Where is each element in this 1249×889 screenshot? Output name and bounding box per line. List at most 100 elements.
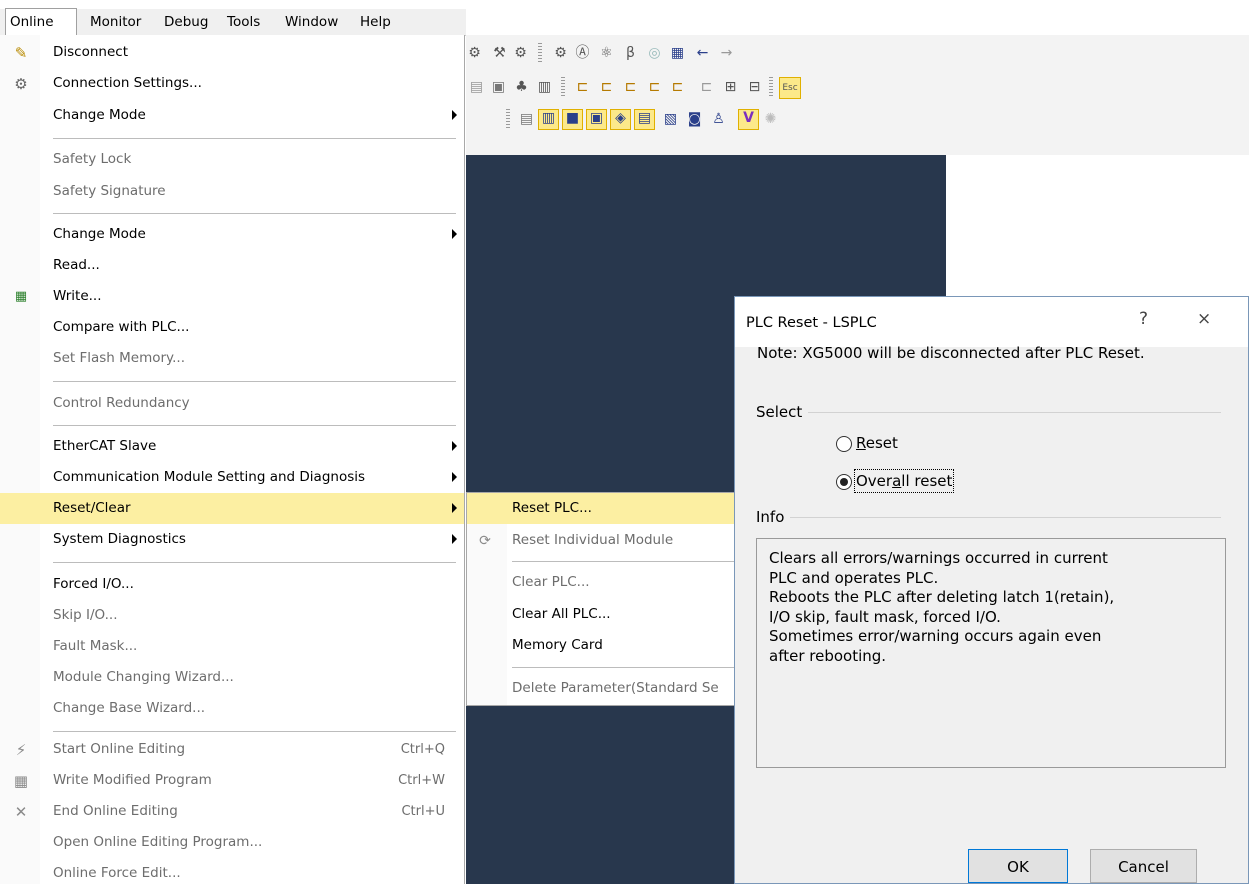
toolbar-icon[interactable]: ⚙	[466, 45, 483, 61]
help-icon[interactable]: ?	[1139, 297, 1148, 341]
toolbar-grip[interactable]	[538, 43, 542, 63]
toolbar-icon[interactable]: ▥	[536, 79, 553, 95]
reset-radio[interactable]	[836, 436, 852, 452]
overall-reset-radio-label[interactable]: Overall reset	[853, 469, 955, 493]
toolbar-icon[interactable]: ⚙	[512, 45, 529, 61]
submenu-item-reset-plc[interactable]: Reset PLC...	[467, 493, 735, 524]
menu-debug[interactable]: Debug	[164, 9, 208, 35]
cancel-button[interactable]: Cancel	[1090, 849, 1197, 883]
menu-separator	[53, 213, 456, 214]
view-icon[interactable]: ▤	[634, 109, 655, 130]
toolbar-grip[interactable]	[506, 109, 510, 129]
menu-item-label: Open Online Editing Program...	[53, 834, 263, 850]
connection-settings-icon: ⚙	[14, 75, 28, 93]
close-icon[interactable]: ×	[1197, 297, 1211, 341]
menu-item-module-changing-wizard[interactable]: Module Changing Wizard...	[0, 662, 464, 693]
v-icon[interactable]: V	[738, 109, 759, 130]
menu-item-set-flash-memory[interactable]: Set Flash Memory...	[0, 343, 464, 374]
menu-item-label: Change Mode	[53, 107, 146, 123]
menu-item-label: Start Online Editing	[53, 741, 186, 757]
menu-item-ethercat-slave[interactable]: EtherCAT Slave	[0, 431, 464, 462]
view-icon[interactable]: ◈	[610, 109, 631, 130]
toolbar-icon[interactable]: Ⓐ	[574, 45, 591, 61]
view-icon[interactable]: ■	[562, 109, 583, 130]
contact-icon[interactable]: ⊏	[598, 79, 615, 95]
menu-item-safety-signature[interactable]: Safety Signature	[0, 176, 464, 207]
toolbar-icon[interactable]: ⚛	[598, 45, 615, 61]
toolbar-icon[interactable]: ⊟	[746, 79, 763, 95]
menu-item-compare-with-plc[interactable]: Compare with PLC...	[0, 312, 464, 343]
menu-item-disconnect[interactable]: ✎ Disconnect	[0, 37, 464, 68]
toolbar-icon[interactable]: ⊞	[722, 79, 739, 95]
arrow-left-icon[interactable]: ←	[694, 45, 711, 61]
menu-item-open-online-editing-program[interactable]: Open Online Editing Program...	[0, 827, 464, 858]
toolbar-icon[interactable]: ⚒	[491, 45, 508, 61]
toolbar-icon[interactable]: ♙	[710, 111, 727, 127]
view-icon[interactable]: ▣	[586, 109, 607, 130]
menu-item-start-online-editing[interactable]: ⚡ Start Online Editing Ctrl+Q	[0, 734, 464, 765]
menu-item-change-mode-2[interactable]: Change Mode	[0, 219, 464, 250]
toolbar-icon[interactable]: ◙	[686, 111, 703, 127]
menu-item-end-online-editing[interactable]: ✕ End Online Editing Ctrl+U	[0, 796, 464, 827]
contact-icon[interactable]: ⊏	[698, 79, 715, 95]
menu-item-forced-io[interactable]: Forced I/O...	[0, 569, 464, 600]
submenu-item-label: Reset Individual Module	[512, 532, 674, 548]
menu-tools[interactable]: Tools	[227, 9, 260, 35]
toolbar-icon[interactable]: β	[622, 45, 639, 61]
submenu-item-reset-individual-module[interactable]: ⟳ Reset Individual Module	[467, 525, 735, 556]
menu-item-control-redundancy[interactable]: Control Redundancy	[0, 388, 464, 419]
menu-item-change-mode[interactable]: Change Mode	[0, 100, 464, 131]
menu-item-write-modified-program[interactable]: ▦ Write Modified Program Ctrl+W	[0, 765, 464, 796]
contact-icon[interactable]: ⊏	[646, 79, 663, 95]
submenu-item-clear-plc[interactable]: Clear PLC...	[467, 567, 735, 598]
toolbar-icon[interactable]: ▤	[468, 79, 485, 95]
info-group-label: Info	[756, 507, 791, 527]
menu-item-label: Change Base Wizard...	[53, 700, 206, 716]
menu-item-communication-module[interactable]: Communication Module Setting and Diagnos…	[0, 462, 464, 493]
menu-item-change-base-wizard[interactable]: Change Base Wizard...	[0, 693, 464, 724]
toolbar-icon[interactable]: ✺	[762, 111, 779, 127]
submenu-item-clear-all-plc[interactable]: Clear All PLC...	[467, 599, 735, 630]
menu-item-skip-io[interactable]: Skip I/O...	[0, 600, 464, 631]
menu-window[interactable]: Window	[285, 9, 338, 35]
menu-item-label: Fault Mask...	[53, 638, 138, 654]
start-online-editing-icon: ⚡	[15, 741, 27, 759]
menu-item-safety-lock[interactable]: Safety Lock	[0, 144, 464, 175]
toolbar-icon[interactable]: ▧	[662, 111, 679, 127]
esc-icon[interactable]: Esc	[779, 77, 801, 99]
toolbar-grip[interactable]	[769, 77, 773, 97]
toolbar-icon[interactable]: ♣	[513, 79, 530, 95]
toolbar-icon[interactable]: ▤	[518, 111, 535, 127]
menu-item-label: Change Mode	[53, 226, 146, 242]
menu-item-read[interactable]: Read...	[0, 250, 464, 281]
contact-icon[interactable]: ⊏	[622, 79, 639, 95]
menu-item-label: Skip I/O...	[53, 607, 118, 623]
toolbar-area: ⚙ ⚒ ⚙ ⚙ Ⓐ ⚛ β ◎ ▦ ← → ▤ ▣ ♣ ▥ ⊏ ⊏ ⊏ ⊏ ⊏ …	[466, 35, 1249, 155]
submenu-item-delete-parameter[interactable]: Delete Parameter(Standard Se	[467, 673, 735, 704]
reset-radio-label[interactable]: Reset	[856, 433, 898, 453]
contact-icon[interactable]: ⊏	[669, 79, 686, 95]
contact-icon[interactable]: ⊏	[574, 79, 591, 95]
zoom-icon[interactable]: ◎	[646, 45, 663, 61]
grid-icon[interactable]: ▦	[669, 45, 686, 61]
toolbar-icon[interactable]: ▣	[490, 79, 507, 95]
menu-online[interactable]: Online	[5, 8, 77, 36]
arrow-right-icon[interactable]: →	[718, 45, 735, 61]
view-icon[interactable]: ▥	[538, 109, 559, 130]
menu-item-write[interactable]: ▦ Write...	[0, 281, 464, 312]
menu-item-system-diagnostics[interactable]: System Diagnostics	[0, 524, 464, 555]
menu-item-label: Online Force Edit...	[53, 865, 181, 881]
toolbar-icon[interactable]: ⚙	[552, 45, 569, 61]
menu-monitor[interactable]: Monitor	[90, 9, 141, 35]
menu-item-reset-clear[interactable]: Reset/Clear	[0, 493, 464, 524]
overall-reset-radio[interactable]	[836, 474, 852, 490]
toolbar-grip[interactable]	[561, 77, 565, 97]
menu-help[interactable]: Help	[360, 9, 391, 35]
menu-item-fault-mask[interactable]: Fault Mask...	[0, 631, 464, 662]
ok-button[interactable]: OK	[968, 849, 1068, 883]
submenu-item-memory-card[interactable]: Memory Card	[467, 630, 735, 661]
reset-module-icon: ⟳	[479, 533, 491, 549]
submenu-arrow-icon	[452, 503, 457, 513]
menu-item-connection-settings[interactable]: ⚙ Connection Settings...	[0, 68, 464, 99]
menu-item-online-force-edit[interactable]: Online Force Edit...	[0, 858, 464, 889]
